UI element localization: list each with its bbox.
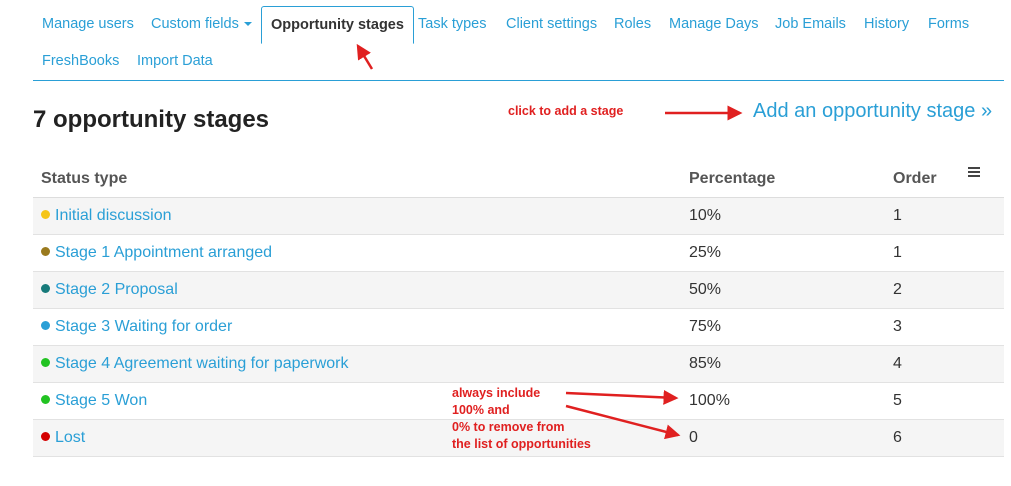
- column-header-order[interactable]: Order: [885, 160, 958, 198]
- order-cell: 1: [885, 197, 958, 235]
- percentage-cell: 85%: [681, 345, 885, 383]
- order-cell: 5: [885, 382, 958, 420]
- tab-label: Task types: [418, 16, 487, 32]
- order-cell: 1: [885, 234, 958, 272]
- tab-label: Manage users: [42, 16, 134, 32]
- annotation-line: 100% and: [452, 403, 510, 417]
- column-header-status[interactable]: Status type: [33, 160, 681, 198]
- stage-link[interactable]: Stage 5 Won: [55, 392, 147, 409]
- status-color-dot: [41, 432, 50, 441]
- status-color-dot: [41, 358, 50, 367]
- annotation-line: the list of opportunities: [452, 437, 591, 451]
- tab-label: Client settings: [506, 16, 598, 32]
- tab-label: History: [864, 16, 910, 32]
- tab-label: Job Emails: [775, 16, 846, 32]
- table-row: Stage 1 Appointment arranged 25% 1: [33, 234, 1004, 272]
- settings-cell: [958, 271, 1004, 309]
- annotation-include-note: always include 100% and 0% to remove fro…: [452, 385, 591, 453]
- settings-cell: [958, 345, 1004, 383]
- order-cell: 2: [885, 271, 958, 309]
- tab-label: Forms: [928, 16, 970, 32]
- tab-client-settings[interactable]: Client settings: [497, 6, 606, 42]
- stage-link[interactable]: Initial discussion: [55, 207, 172, 224]
- tab-task-types[interactable]: Task types: [409, 6, 496, 42]
- tab-history[interactable]: History: [855, 6, 918, 42]
- table-row: Stage 4 Agreement waiting for paperwork …: [33, 345, 1004, 383]
- annotation-add-stage: click to add a stage: [508, 104, 624, 118]
- order-cell: 4: [885, 345, 958, 383]
- table-row: Initial discussion 10% 1: [33, 197, 1004, 235]
- settings-nav-tabs: Manage users Custom fields Opportunity s…: [33, 6, 1004, 81]
- column-settings: [958, 160, 1004, 198]
- tab-import-data[interactable]: Import Data: [128, 43, 222, 79]
- caret-down-icon: [243, 22, 252, 27]
- settings-cell: [958, 382, 1004, 420]
- annotation-line: 0% to remove from: [452, 420, 565, 434]
- list-icon[interactable]: [968, 166, 980, 177]
- tab-freshbooks[interactable]: FreshBooks: [33, 43, 128, 79]
- status-color-dot: [41, 284, 50, 293]
- status-color-dot: [41, 210, 50, 219]
- order-cell: 3: [885, 308, 958, 346]
- table-row: Stage 3 Waiting for order 75% 3: [33, 308, 1004, 346]
- settings-cell: [958, 419, 1004, 457]
- tab-label: Custom fields: [151, 16, 239, 32]
- status-cell: Initial discussion: [33, 197, 681, 235]
- percentage-cell: 10%: [681, 197, 885, 235]
- status-color-dot: [41, 321, 50, 330]
- column-header-percentage[interactable]: Percentage: [681, 160, 885, 198]
- tab-forms[interactable]: Forms: [919, 6, 978, 42]
- tab-roles[interactable]: Roles: [605, 6, 660, 42]
- percentage-cell: 25%: [681, 234, 885, 272]
- tab-label: FreshBooks: [42, 53, 120, 69]
- percentage-cell: 0: [681, 419, 885, 457]
- percentage-cell: 50%: [681, 271, 885, 309]
- tab-label: Import Data: [137, 53, 213, 69]
- order-cell: 6: [885, 419, 958, 457]
- percentage-cell: 100%: [681, 382, 885, 420]
- tab-label: Manage Days: [669, 16, 759, 32]
- page-title: 7 opportunity stages: [33, 106, 270, 133]
- tab-manage-days[interactable]: Manage Days: [660, 6, 767, 42]
- stage-link[interactable]: Stage 2 Proposal: [55, 281, 178, 298]
- status-cell: Stage 3 Waiting for order: [33, 308, 681, 346]
- annotation-line: always include: [452, 386, 541, 400]
- tab-job-emails[interactable]: Job Emails: [766, 6, 855, 42]
- percentage-cell: 75%: [681, 308, 885, 346]
- settings-cell: [958, 197, 1004, 235]
- status-cell: Stage 4 Agreement waiting for paperwork: [33, 345, 681, 383]
- settings-cell: [958, 308, 1004, 346]
- tab-label: Opportunity stages: [271, 17, 404, 33]
- table-row: Stage 2 Proposal 50% 2: [33, 271, 1004, 309]
- stage-link[interactable]: Stage 4 Agreement waiting for paperwork: [55, 355, 349, 372]
- add-opportunity-stage-link[interactable]: Add an opportunity stage »: [753, 100, 992, 123]
- settings-cell: [958, 234, 1004, 272]
- table-header-row: Status type Percentage Order: [33, 160, 1004, 198]
- status-color-dot: [41, 247, 50, 256]
- tab-opportunity-stages[interactable]: Opportunity stages: [261, 6, 414, 44]
- status-cell: Stage 2 Proposal: [33, 271, 681, 309]
- status-cell: Stage 1 Appointment arranged: [33, 234, 681, 272]
- status-color-dot: [41, 395, 50, 404]
- tab-label: Roles: [614, 16, 652, 32]
- stage-link[interactable]: Stage 1 Appointment arranged: [55, 244, 272, 261]
- tab-manage-users[interactable]: Manage users: [33, 6, 143, 42]
- tab-custom-fields[interactable]: Custom fields: [142, 6, 261, 42]
- stage-link[interactable]: Stage 3 Waiting for order: [55, 318, 232, 335]
- stage-link[interactable]: Lost: [55, 429, 85, 446]
